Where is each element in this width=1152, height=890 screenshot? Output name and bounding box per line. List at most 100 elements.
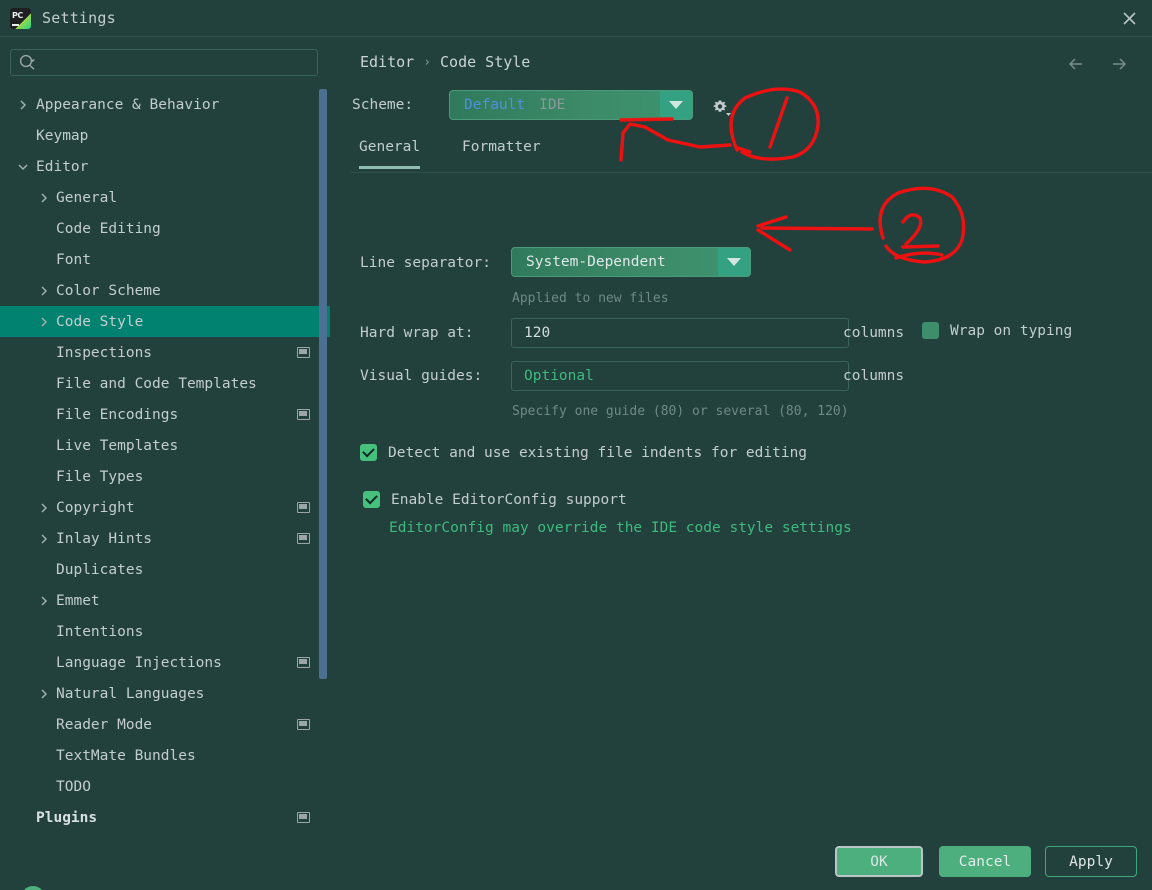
breadcrumb-parent[interactable]: Editor xyxy=(360,53,414,71)
sidebar-item-label: Intentions xyxy=(56,623,144,640)
hard-wrap-input[interactable] xyxy=(511,318,849,348)
sidebar-item-copyright[interactable]: Copyright xyxy=(0,492,330,523)
sidebar-item-intentions[interactable]: Intentions xyxy=(0,616,330,647)
sidebar-item-label: File and Code Templates xyxy=(56,375,257,392)
sidebar-item-emmet[interactable]: Emmet xyxy=(0,585,330,616)
hard-wrap-label: Hard wrap at: xyxy=(360,325,474,341)
project-scope-icon xyxy=(297,347,310,358)
editorconfig-checkbox[interactable] xyxy=(363,491,380,508)
sidebar-item-inspections[interactable]: Inspections xyxy=(0,337,330,368)
cancel-button[interactable]: Cancel xyxy=(939,846,1031,877)
tab-general[interactable]: General xyxy=(359,139,421,169)
project-scope-icon xyxy=(297,812,310,823)
sidebar-item-editor[interactable]: Editor xyxy=(0,151,330,182)
scheme-row: Scheme: Default IDE xyxy=(352,90,731,120)
sidebar-item-code-editing[interactable]: Code Editing xyxy=(0,213,330,244)
settings-dialog: Settings Appearance & Behavior Keymap Edit… xyxy=(0,0,1152,890)
chevron-right-icon[interactable] xyxy=(17,99,29,111)
sidebar-item-keymap[interactable]: Keymap xyxy=(0,120,330,151)
scheme-dropdown[interactable]: Default IDE xyxy=(449,90,693,120)
sidebar-item-file-encodings[interactable]: File Encodings xyxy=(0,399,330,430)
scheme-value: Default xyxy=(464,97,526,113)
chevron-right-icon[interactable] xyxy=(38,533,50,545)
arrow-left-icon[interactable] xyxy=(1066,54,1088,74)
sidebar-item-label: Editor xyxy=(36,158,89,175)
line-separator-label: Line separator: xyxy=(360,255,491,271)
sidebar-scrollbar-track[interactable] xyxy=(316,89,330,834)
sidebar-item-label: Live Templates xyxy=(56,437,179,454)
sidebar-item-color-scheme[interactable]: Color Scheme xyxy=(0,275,330,306)
editorconfig-label: Enable EditorConfig support xyxy=(391,491,627,508)
ok-button[interactable]: OK xyxy=(835,846,923,877)
scheme-label: Scheme: xyxy=(352,97,414,113)
sidebar-item-label: File Encodings xyxy=(56,406,179,423)
close-icon[interactable] xyxy=(1106,0,1152,36)
sidebar-item-plugins[interactable]: Plugins xyxy=(0,802,330,833)
navigation-arrows xyxy=(1066,54,1130,74)
chevron-right-icon[interactable] xyxy=(38,688,50,700)
sidebar-item-general[interactable]: General xyxy=(0,182,330,213)
editorconfig-note: EditorConfig may override the IDE code s… xyxy=(389,520,852,536)
tab-formatter[interactable]: Formatter xyxy=(462,139,541,166)
sidebar-item-todo[interactable]: TODO xyxy=(0,771,330,802)
pycharm-logo-icon xyxy=(10,7,31,29)
visual-guides-unit: columns xyxy=(843,368,905,384)
search-input[interactable] xyxy=(10,49,318,76)
sidebar-item-label: Inlay Hints xyxy=(56,530,153,547)
chevron-right-icon[interactable] xyxy=(38,502,50,514)
sidebar-item-label: Font xyxy=(56,251,91,268)
editorconfig-checkbox-row[interactable]: Enable EditorConfig support xyxy=(363,491,627,508)
sidebar-item-file-types[interactable]: File Types xyxy=(0,461,330,492)
sidebar-item-label: Keymap xyxy=(36,127,89,144)
dialog-footer: OK Cancel Apply xyxy=(331,834,1152,890)
chevron-down-icon[interactable] xyxy=(17,161,29,173)
sidebar-item-textmate-bundles[interactable]: TextMate Bundles xyxy=(0,740,330,771)
scheme-dropdown-arrow[interactable] xyxy=(660,91,692,119)
sidebar-item-appearance-behavior[interactable]: Appearance & Behavior xyxy=(0,89,330,120)
sidebar-item-live-templates[interactable]: Live Templates xyxy=(0,430,330,461)
sidebar-item-reader-mode[interactable]: Reader Mode xyxy=(0,709,330,740)
chevron-right-icon[interactable] xyxy=(38,316,50,328)
sidebar-item-language-injections[interactable]: Language Injections xyxy=(0,647,330,678)
visual-guides-hint: Specify one guide (80) or several (80, 1… xyxy=(512,404,849,419)
wrap-on-typing-checkbox-row[interactable]: Wrap on typing xyxy=(922,322,1072,339)
wrap-on-typing-label: Wrap on typing xyxy=(950,322,1073,339)
visual-guides-input[interactable] xyxy=(511,361,849,391)
chevron-right-icon[interactable] xyxy=(38,595,50,607)
sidebar-item-natural-languages[interactable]: Natural Languages xyxy=(0,678,330,709)
sidebar-item-file-and-code-templates[interactable]: File and Code Templates xyxy=(0,368,330,399)
sidebar-item-label: Appearance & Behavior xyxy=(36,96,220,113)
sidebar-item-inlay-hints[interactable]: Inlay Hints xyxy=(0,523,330,554)
sidebar-item-font[interactable]: Font xyxy=(0,244,330,275)
sidebar: Appearance & Behavior Keymap Editor General… xyxy=(0,37,330,890)
sidebar-item-code-style[interactable]: Code Style xyxy=(0,306,330,337)
chevron-right-icon[interactable] xyxy=(38,285,50,297)
apply-button[interactable]: Apply xyxy=(1045,846,1137,877)
tab-bar-underline xyxy=(351,172,1152,173)
wrap-on-typing-checkbox[interactable] xyxy=(922,322,939,339)
sidebar-item-label: Natural Languages xyxy=(56,685,205,702)
detect-indents-checkbox-row[interactable]: Detect and use existing file indents for… xyxy=(360,444,807,461)
line-separator-dropdown[interactable]: System-Dependent xyxy=(511,247,751,277)
gear-icon[interactable] xyxy=(707,95,733,119)
project-scope-icon xyxy=(297,657,310,668)
chevron-right-icon[interactable] xyxy=(38,192,50,204)
detect-indents-label: Detect and use existing file indents for… xyxy=(388,444,808,461)
chevron-down-icon xyxy=(669,101,683,109)
sidebar-item-label: Duplicates xyxy=(56,561,144,578)
sidebar-item-label: TODO xyxy=(56,778,91,795)
help-button[interactable]: ? xyxy=(21,886,45,890)
detect-indents-checkbox[interactable] xyxy=(360,444,377,461)
arrow-right-icon[interactable] xyxy=(1108,54,1130,74)
sidebar-item-duplicates[interactable]: Duplicates xyxy=(0,554,330,585)
breadcrumb: Editor › Code Style xyxy=(360,53,530,71)
line-separator-dropdown-arrow[interactable] xyxy=(718,248,750,276)
project-scope-icon xyxy=(297,502,310,513)
sidebar-item-label: Language Injections xyxy=(56,654,222,671)
project-scope-icon xyxy=(297,409,310,420)
tab-bar: General Formatter xyxy=(351,139,1152,175)
sidebar-item-label: Emmet xyxy=(56,592,100,609)
sidebar-item-label: Reader Mode xyxy=(56,716,153,733)
sidebar-scrollbar-thumb[interactable] xyxy=(319,89,327,679)
project-scope-icon xyxy=(297,533,310,544)
